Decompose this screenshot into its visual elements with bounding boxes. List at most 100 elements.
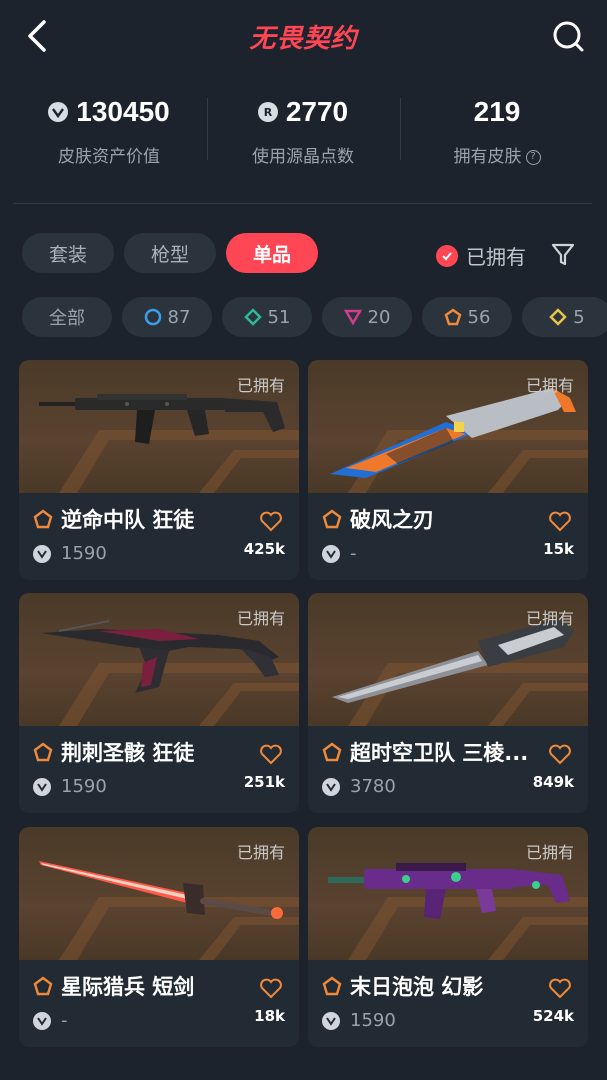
like-count: 524k — [532, 1007, 574, 1025]
chip-count: 56 — [467, 306, 491, 328]
price-value: 1590 — [61, 543, 107, 564]
vp-coin-icon — [33, 544, 51, 563]
like-count: 18k — [254, 1007, 285, 1025]
chip-count: 5 — [573, 306, 585, 328]
price-value: - — [350, 543, 357, 564]
skin-card[interactable]: 已拥有 超时空卫队 三棱... 3780 849k — [308, 593, 588, 813]
heart-icon[interactable] — [548, 743, 572, 765]
chip-premium-tier[interactable]: 20 — [322, 297, 412, 337]
vp-coin-icon — [33, 777, 51, 796]
svg-text:R: R — [264, 106, 273, 119]
exclusive-tier-icon — [322, 509, 342, 529]
skin-name-text: 逆命中队 狂徒 — [61, 508, 195, 532]
divider — [207, 98, 208, 160]
like-count: 425k — [243, 540, 285, 558]
skin-card[interactable]: 已拥有 破风之刃 - 15k — [308, 360, 588, 580]
skin-price: 1590 — [33, 543, 107, 564]
owned-label: 已拥有 — [236, 376, 285, 395]
price-value: 1590 — [350, 1010, 396, 1031]
vp-coin-icon — [322, 1011, 340, 1030]
select-tier-icon — [144, 308, 161, 326]
vp-coin-icon — [322, 544, 340, 563]
exclusive-tier-icon — [322, 742, 342, 762]
stat-owned-skins[interactable]: 219 拥有皮肤? — [402, 90, 592, 167]
premium-tier-icon — [343, 309, 362, 326]
like-count: 849k — [532, 773, 574, 791]
chip-deluxe-tier[interactable]: 51 — [222, 297, 312, 337]
skin-price: 1590 — [322, 1010, 396, 1031]
help-icon[interactable]: ? — [525, 149, 541, 165]
vp-coin-icon — [33, 1011, 51, 1030]
price-value: 1590 — [61, 776, 107, 797]
heart-icon[interactable] — [259, 510, 283, 532]
vp-coin-icon — [48, 102, 69, 122]
tab-weapon-type[interactable]: 枪型 — [124, 233, 216, 273]
skin-name: 逆命中队 狂徒 — [33, 504, 194, 534]
price-value: 3780 — [350, 776, 396, 797]
skin-price: 1590 — [33, 776, 107, 797]
heart-icon[interactable] — [259, 977, 283, 999]
heart-icon[interactable] — [548, 977, 572, 999]
page-title: 无畏契约 — [249, 24, 358, 54]
skin-name: 星际猎兵 短剑 — [33, 971, 194, 1001]
stat-value: 219 — [473, 96, 521, 127]
skin-name-text: 星际猎兵 短剑 — [61, 975, 195, 999]
search-icon[interactable] — [551, 18, 587, 54]
rifle-icon — [41, 620, 279, 693]
skin-card[interactable]: 已拥有 荆刺圣骸 狂徒 1590 251k — [19, 593, 299, 813]
skin-price: - — [33, 1010, 68, 1031]
stat-radianite: R 2770 使用源晶点数 — [208, 90, 398, 167]
stat-value: 130450 — [76, 96, 170, 127]
exclusive-tier-icon — [33, 742, 53, 762]
tab-single-items[interactable]: 单品 — [226, 233, 318, 273]
sword-icon — [39, 861, 283, 919]
divider — [14, 203, 592, 204]
owned-label: 已拥有 — [236, 609, 285, 628]
skin-name-text: 荆刺圣骸 狂徒 — [61, 741, 195, 765]
exclusive-tier-icon — [33, 976, 53, 996]
ultra-tier-icon — [549, 308, 568, 326]
skin-name-text: 末日泡泡 幻影 — [350, 975, 484, 999]
skin-card[interactable]: 已拥有 逆命中队 狂徒 1590 425k — [19, 360, 299, 580]
deluxe-tier-icon — [243, 308, 262, 326]
vp-coin-icon — [322, 777, 340, 796]
like-count: 251k — [243, 773, 285, 791]
stat-asset-value: 130450 皮肤资产价值 — [14, 90, 204, 167]
chip-count: 87 — [167, 306, 191, 328]
chip-all[interactable]: 全部 — [22, 297, 112, 337]
rifle-icon — [328, 863, 570, 919]
owned-label: 已拥有 — [525, 843, 574, 862]
skin-price: 3780 — [322, 776, 396, 797]
stat-value: 2770 — [285, 96, 349, 127]
skin-card[interactable]: 已拥有 星际猎兵 短剑 - 18k — [19, 827, 299, 1047]
heart-icon[interactable] — [259, 743, 283, 765]
skin-name: 荆刺圣骸 狂徒 — [33, 737, 194, 767]
skin-name-text: 超时空卫队 三棱... — [350, 741, 529, 765]
chip-select-tier[interactable]: 87 — [122, 297, 212, 337]
divider — [400, 98, 401, 160]
owned-filter-label: 已拥有 — [466, 245, 526, 269]
skin-name: 破风之刃 — [322, 504, 434, 534]
heart-icon[interactable] — [548, 510, 572, 532]
chip-count: 20 — [367, 306, 391, 328]
owned-label: 已拥有 — [525, 609, 574, 628]
chip-label: 全部 — [49, 308, 85, 329]
like-count: 15k — [543, 540, 574, 558]
owned-label: 已拥有 — [236, 843, 285, 862]
owned-label: 已拥有 — [525, 376, 574, 395]
tab-bundles[interactable]: 套装 — [22, 233, 114, 273]
chip-exclusive-tier[interactable]: 56 — [422, 297, 512, 337]
chip-ultra-tier[interactable]: 5 — [522, 297, 607, 337]
category-tabs: 套装 枪型 单品 已拥有 — [0, 233, 607, 273]
stat-label: 拥有皮肤 — [453, 147, 522, 167]
tier-filter-chips: 全部 87 51 20 56 5 — [0, 297, 607, 337]
stat-label: 使用源晶点数 — [252, 147, 354, 167]
stat-label: 皮肤资产价值 — [58, 147, 160, 167]
header: 无畏契约 — [0, 0, 607, 72]
skin-price: - — [322, 543, 357, 564]
rifle-icon — [39, 394, 285, 444]
chip-count: 51 — [267, 306, 291, 328]
owned-filter-toggle[interactable]: 已拥有 — [436, 241, 526, 270]
skin-card[interactable]: 已拥有 末日泡泡 幻影 1590 524k — [308, 827, 588, 1047]
filter-icon[interactable] — [548, 239, 578, 269]
